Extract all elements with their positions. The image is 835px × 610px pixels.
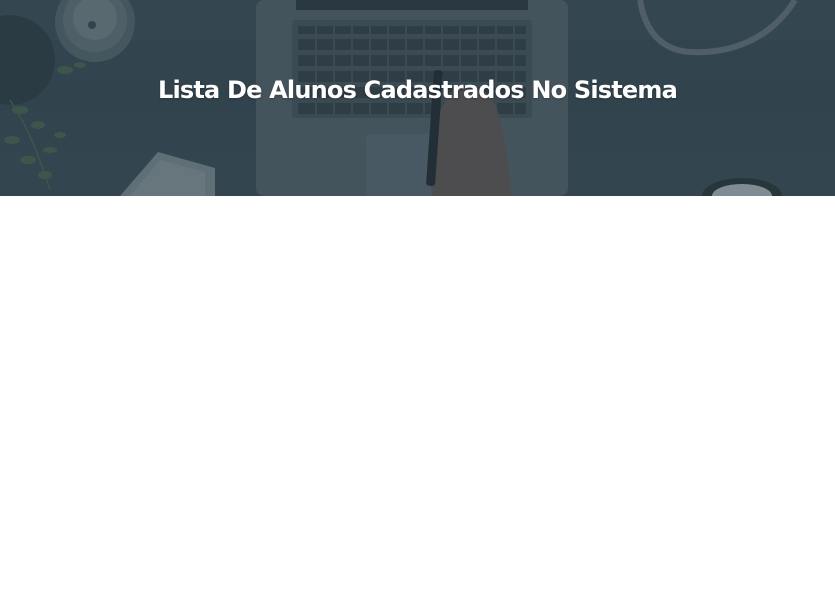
page: Lista De Alunos Cadastrados No Sistema	[0, 0, 835, 610]
hero-banner: Lista De Alunos Cadastrados No Sistema	[0, 0, 835, 196]
main-content	[0, 196, 835, 610]
page-title: Lista De Alunos Cadastrados No Sistema	[157, 76, 678, 104]
